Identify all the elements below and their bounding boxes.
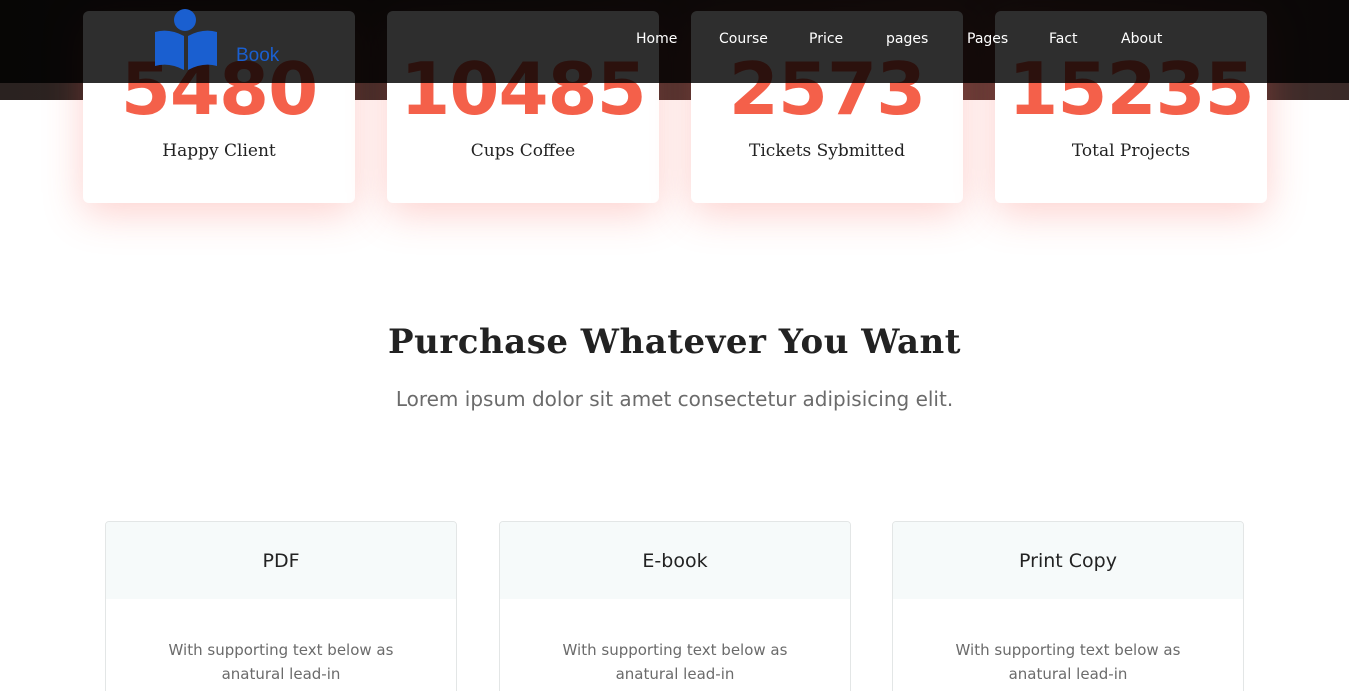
section-subtitle: Lorem ipsum dolor sit amet consectetur a…: [395, 387, 954, 411]
plan-title: E-book: [500, 522, 850, 599]
plan-text: With supporting text below as anatural l…: [168, 641, 394, 683]
plan-card-ebook[interactable]: E-book With supporting text below as ana…: [499, 521, 851, 691]
plan-text: With supporting text below as anatural l…: [562, 641, 788, 683]
stat-label: Total Projects: [1071, 141, 1191, 161]
plan-text: With supporting text below as anatural l…: [955, 641, 1181, 683]
main-nav: Home Course Price pages Pages Fact About: [0, 31, 1349, 53]
nav-about[interactable]: About: [1121, 31, 1162, 47]
plan-title: Print Copy: [893, 522, 1243, 599]
plan-title: PDF: [106, 522, 456, 599]
nav-pages[interactable]: Pages: [967, 31, 1008, 47]
plan-card-pdf[interactable]: PDF With supporting text below as anatur…: [105, 521, 457, 691]
section-title: Purchase Whatever You Want: [388, 322, 961, 362]
stat-label: Happy Client: [162, 141, 276, 161]
stat-label: Tickets Sybmitted: [749, 141, 905, 161]
site-header: Book Home Course Price pages Pages Fact …: [0, 0, 1349, 83]
nav-pages-lower[interactable]: pages: [886, 31, 928, 47]
nav-home[interactable]: Home: [636, 31, 677, 47]
nav-fact[interactable]: Fact: [1049, 31, 1078, 47]
plan-card-print-copy[interactable]: Print Copy With supporting text below as…: [892, 521, 1244, 691]
stat-label: Cups Coffee: [470, 141, 576, 161]
nav-price[interactable]: Price: [809, 31, 843, 47]
nav-course[interactable]: Course: [719, 31, 768, 47]
